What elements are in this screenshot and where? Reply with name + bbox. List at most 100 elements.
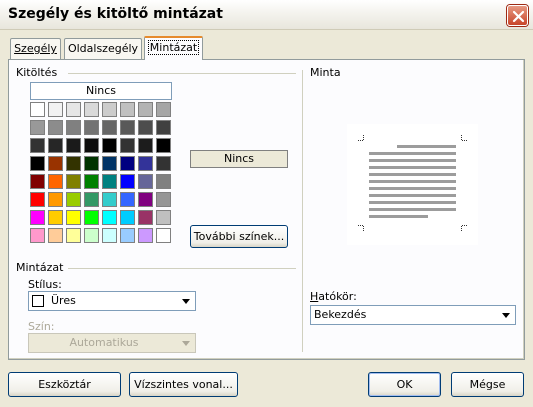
preview-page bbox=[347, 124, 478, 245]
color-swatch[interactable] bbox=[48, 174, 63, 189]
color-swatch[interactable] bbox=[84, 156, 99, 171]
preview-text-line bbox=[369, 215, 428, 218]
color-dropdown-button[interactable] bbox=[178, 335, 194, 351]
title-bar: Szegély és kitöltő mintázat bbox=[0, 0, 533, 30]
color-swatch[interactable] bbox=[102, 138, 117, 153]
chevron-down-icon bbox=[182, 340, 190, 346]
color-swatch[interactable] bbox=[66, 228, 81, 243]
color-swatch[interactable] bbox=[102, 192, 117, 207]
color-swatch[interactable] bbox=[30, 156, 45, 171]
scope-label: Hatókör: bbox=[310, 290, 357, 303]
color-swatch[interactable] bbox=[30, 210, 45, 225]
color-swatch[interactable] bbox=[66, 156, 81, 171]
scope-select[interactable]: Bekezdés bbox=[310, 305, 516, 325]
color-swatch[interactable] bbox=[102, 210, 117, 225]
color-swatch[interactable] bbox=[102, 228, 117, 243]
color-swatch[interactable] bbox=[156, 174, 171, 189]
style-dropdown-button[interactable] bbox=[178, 293, 194, 309]
color-swatch[interactable] bbox=[138, 138, 153, 153]
tab-mintazat[interactable]: Mintázat bbox=[144, 36, 203, 60]
color-swatch[interactable] bbox=[156, 210, 171, 225]
cancel-button[interactable]: Mégse bbox=[451, 372, 524, 397]
color-swatch[interactable] bbox=[48, 210, 63, 225]
color-swatch[interactable] bbox=[138, 228, 153, 243]
fill-group-label: Kitöltés bbox=[16, 66, 58, 79]
color-swatch[interactable] bbox=[102, 156, 117, 171]
color-swatch[interactable] bbox=[66, 120, 81, 135]
color-swatch[interactable] bbox=[84, 192, 99, 207]
color-swatch[interactable] bbox=[48, 156, 63, 171]
color-swatch[interactable] bbox=[120, 102, 135, 117]
color-swatch[interactable] bbox=[30, 138, 45, 153]
tab-szegely[interactable]: Szegély bbox=[10, 38, 61, 59]
color-swatch[interactable] bbox=[66, 102, 81, 117]
color-swatch[interactable] bbox=[120, 174, 135, 189]
ok-button[interactable]: OK bbox=[368, 372, 441, 397]
color-swatch[interactable] bbox=[48, 120, 63, 135]
color-swatch[interactable] bbox=[156, 120, 171, 135]
color-swatch[interactable] bbox=[156, 102, 171, 117]
color-swatch[interactable] bbox=[30, 102, 45, 117]
fill-group-divider bbox=[68, 73, 296, 74]
color-swatch[interactable] bbox=[30, 228, 45, 243]
color-swatch[interactable] bbox=[102, 120, 117, 135]
color-swatch[interactable] bbox=[138, 156, 153, 171]
color-swatch[interactable] bbox=[120, 228, 135, 243]
color-label: Szín: bbox=[28, 320, 55, 333]
color-swatch[interactable] bbox=[48, 228, 63, 243]
color-swatch[interactable] bbox=[30, 120, 45, 135]
color-swatch[interactable] bbox=[66, 174, 81, 189]
color-swatch[interactable] bbox=[138, 210, 153, 225]
color-swatch[interactable] bbox=[84, 120, 99, 135]
color-swatch[interactable] bbox=[156, 228, 171, 243]
color-swatch[interactable] bbox=[48, 138, 63, 153]
color-swatch[interactable] bbox=[102, 174, 117, 189]
color-swatch[interactable] bbox=[102, 102, 117, 117]
pattern-group-label: Mintázat bbox=[16, 261, 64, 274]
color-swatch[interactable] bbox=[120, 156, 135, 171]
color-swatch[interactable] bbox=[120, 192, 135, 207]
scope-dropdown-button[interactable] bbox=[498, 307, 514, 323]
preview-text-line bbox=[369, 159, 456, 162]
tab-label: Oldalszegély bbox=[67, 42, 139, 55]
color-swatch[interactable] bbox=[138, 120, 153, 135]
color-swatch[interactable] bbox=[66, 210, 81, 225]
color-swatch[interactable] bbox=[48, 102, 63, 117]
color-palette bbox=[30, 102, 174, 246]
color-swatch[interactable] bbox=[84, 210, 99, 225]
window-title: Szegély és kitöltő mintázat bbox=[8, 6, 223, 22]
color-swatch[interactable] bbox=[138, 192, 153, 207]
tab-label: Mintázat bbox=[147, 40, 200, 55]
tab-oldalszegely[interactable]: Oldalszegély bbox=[64, 38, 142, 59]
color-swatch[interactable] bbox=[84, 174, 99, 189]
horizontal-line-button[interactable]: Vízszintes vonal... bbox=[129, 372, 238, 397]
color-swatch[interactable] bbox=[48, 192, 63, 207]
color-swatch[interactable] bbox=[66, 192, 81, 207]
color-swatch[interactable] bbox=[84, 228, 99, 243]
color-swatch[interactable] bbox=[84, 138, 99, 153]
color-swatch[interactable] bbox=[66, 138, 81, 153]
color-select[interactable]: Automatikus bbox=[28, 333, 196, 353]
color-swatch[interactable] bbox=[138, 102, 153, 117]
scope-value: Bekezdés bbox=[314, 308, 367, 321]
color-swatch[interactable] bbox=[120, 120, 135, 135]
color-swatch[interactable] bbox=[30, 192, 45, 207]
color-swatch[interactable] bbox=[156, 192, 171, 207]
color-swatch[interactable] bbox=[84, 102, 99, 117]
color-swatch[interactable] bbox=[120, 138, 135, 153]
style-swatch bbox=[32, 295, 44, 307]
color-swatch[interactable] bbox=[138, 174, 153, 189]
chevron-down-icon bbox=[182, 298, 190, 304]
close-button[interactable] bbox=[507, 5, 528, 26]
toolbar-button[interactable]: Eszköztár bbox=[8, 372, 121, 397]
color-swatch[interactable] bbox=[120, 210, 135, 225]
color-swatch[interactable] bbox=[156, 138, 171, 153]
no-fill-color-option[interactable]: Nincs bbox=[30, 82, 172, 100]
more-colors-button[interactable]: További színek... bbox=[190, 225, 288, 248]
crop-mark-icon bbox=[358, 225, 364, 231]
preview-text-line bbox=[369, 208, 456, 211]
color-swatch[interactable] bbox=[30, 174, 45, 189]
style-select[interactable]: Üres bbox=[28, 291, 196, 311]
horizontal-line-label: Vízszintes vonal... bbox=[134, 378, 233, 391]
color-swatch[interactable] bbox=[156, 156, 171, 171]
